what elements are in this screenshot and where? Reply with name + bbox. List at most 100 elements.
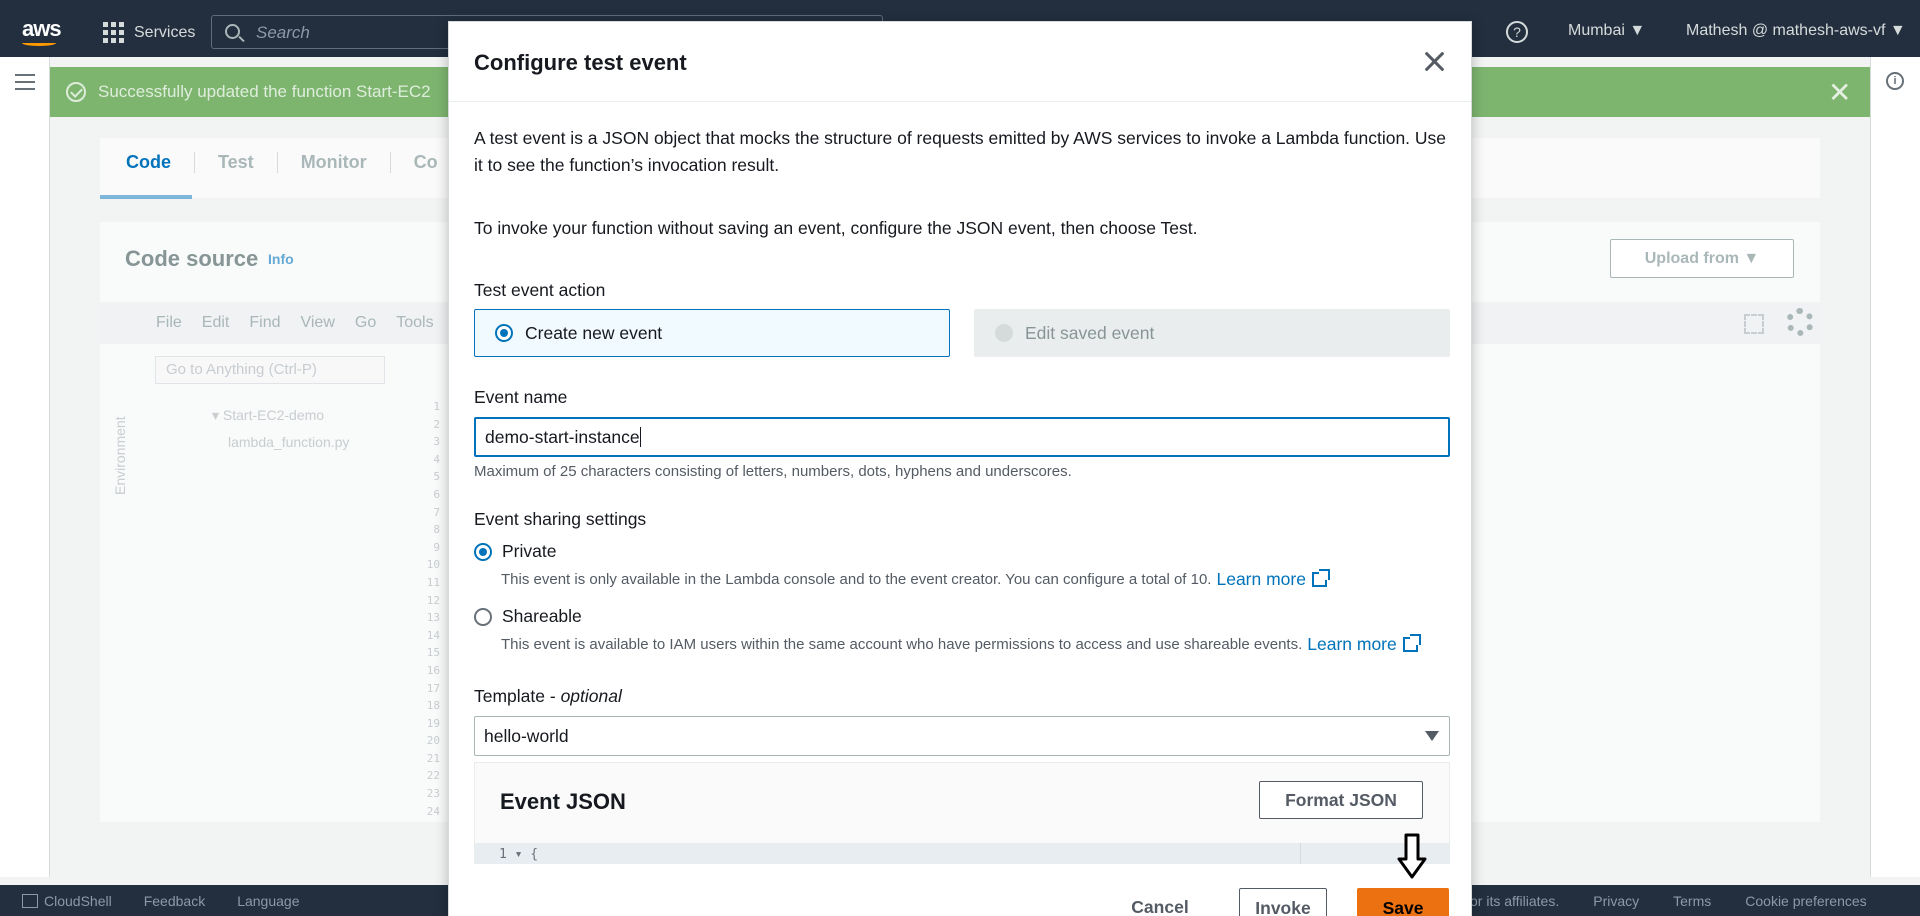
editor-gutter: 1 2 3 4 5 6 7 8 9 10 11 12 13 14 15 16 1… [426,400,440,818]
tab-monitor[interactable]: Monitor [278,152,391,173]
edit-saved-event-radio [995,324,1013,342]
info-icon[interactable]: i [1886,72,1904,90]
search-icon [225,24,240,39]
private-radio[interactable] [474,542,492,561]
template-select[interactable]: hello-world [474,716,1450,756]
footer-right-links: or its affiliates. Privacy Terms Cookie … [1470,893,1867,909]
function-tabs: Code Test Monitor Co [126,152,461,173]
shareable-description-text: This event is available to IAM users wit… [501,636,1303,653]
private-description-text: This event is only available in the Lamb… [501,571,1212,588]
editor-menus: File Edit Find View Go Tools [156,314,434,332]
language-link[interactable]: Language [237,893,299,909]
edit-saved-event-tile: Edit saved event [974,309,1450,357]
success-check-icon [66,82,86,102]
modal-footer: Cancel Invoke Save [449,864,1471,916]
modal-header: Configure test event [449,22,1471,102]
copyright-text: or its affiliates. [1470,893,1560,909]
configure-test-event-modal: Configure test event A test event is a J… [448,21,1472,916]
tab-test[interactable]: Test [195,152,278,173]
event-name-label: Event name [474,387,568,407]
cancel-button[interactable]: Cancel [1125,888,1195,916]
modal-title: Configure test event [474,50,687,75]
shareable-label: Shareable [502,606,582,626]
event-name-hint: Maximum of 25 characters consisting of l… [474,463,1072,480]
sharing-settings-label: Event sharing settings [474,509,647,529]
gear-icon[interactable] [1786,308,1814,336]
tree-file-item[interactable]: lambda_function.py [228,434,349,450]
cloudshell-link[interactable]: CloudShell [22,893,112,909]
upload-from-button[interactable]: Upload from ▼ [1610,239,1794,278]
shareable-radio[interactable] [474,607,492,626]
menu-icon[interactable] [15,74,35,95]
cookie-preferences-link[interactable]: Cookie preferences [1745,893,1866,909]
active-tab-indicator [100,195,192,199]
flash-message: Successfully updated the function Start-… [66,67,431,117]
menu-tools[interactable]: Tools [396,314,433,332]
region-selector[interactable]: Mumbai ▼ [1568,22,1645,40]
right-rail [1870,57,1920,877]
caret-down-icon [1425,731,1439,741]
create-new-event-tile[interactable]: Create new event [474,309,950,357]
event-name-input[interactable]: demo-start-instance [474,417,1450,457]
template-label: Template - optional [474,686,622,707]
template-optional-text: optional [560,686,622,706]
format-json-button[interactable]: Format JSON [1259,781,1423,819]
edit-saved-event-label: Edit saved event [1025,322,1155,343]
code-source-title: Code source [125,246,259,271]
cloudshell-icon [22,894,38,908]
terms-link[interactable]: Terms [1673,893,1711,909]
environment-label[interactable]: Environment [112,416,128,495]
template-label-text: Template - [474,686,561,706]
private-label: Private [502,541,557,561]
feedback-link[interactable]: Feedback [144,893,205,909]
learn-more-link-private[interactable]: Learn more [1216,569,1330,590]
invoke-note: To invoke your function without saving a… [474,218,1198,238]
aws-logo-text: aws [22,16,62,41]
aws-logo[interactable]: aws [22,16,62,46]
footer-left-links: CloudShell Feedback Language [22,893,300,909]
create-new-event-radio[interactable] [495,324,513,342]
code-source-info-link[interactable]: Info [268,251,294,267]
privacy-link[interactable]: Privacy [1593,893,1639,909]
services-label: Services [134,23,196,41]
external-link-icon [1402,634,1421,652]
learn-more-label: Learn more [1216,569,1306,589]
invoke-button[interactable]: Invoke [1239,888,1327,916]
menu-view[interactable]: View [300,314,334,332]
aws-smile-icon [22,40,56,46]
goto-anything-input[interactable]: Go to Anything (Ctrl-P) [155,356,385,384]
test-event-action-label: Test event action [474,280,606,300]
template-selected-value: hello-world [484,726,569,746]
learn-more-label: Learn more [1307,634,1397,654]
create-new-event-label: Create new event [525,322,663,343]
learn-more-link-shareable[interactable]: Learn more [1307,634,1421,655]
left-rail [0,57,50,877]
services-menu[interactable]: Services [103,22,195,43]
flash-message-text: Successfully updated the function Start-… [98,82,431,101]
event-name-value: demo-start-instance [485,427,640,447]
shareable-description: This event is available to IAM users wit… [501,634,1421,655]
tree-folder-item[interactable]: ▾ Start-EC2-demo [212,407,324,424]
close-icon[interactable] [1423,50,1445,72]
account-menu[interactable]: Mathesh @ mathesh-aws-vf ▼ [1686,22,1906,40]
external-link-icon [1311,569,1330,587]
text-caret [639,427,641,447]
save-button[interactable]: Save [1357,888,1449,916]
menu-find[interactable]: Find [249,314,280,332]
event-json-title: Event JSON [500,789,626,814]
json-editor-first-line: 1 ▾ { [499,847,539,862]
event-json-panel: Event JSON Format JSON 1 ▾ { [474,762,1450,872]
menu-file[interactable]: File [156,314,182,332]
menu-go[interactable]: Go [355,314,376,332]
flash-close-icon[interactable]: ✕ [1828,76,1851,109]
shareable-option[interactable]: Shareable [474,606,582,627]
private-option[interactable]: Private [474,541,556,562]
private-description: This event is only available in the Lamb… [501,569,1330,590]
down-arrow-pointer-icon [1397,833,1427,879]
menu-edit[interactable]: Edit [202,314,230,332]
tab-code[interactable]: Code [126,152,195,173]
cloudshell-label: CloudShell [44,893,112,909]
modal-description: A test event is a JSON object that mocks… [474,128,1447,175]
help-icon[interactable]: ? [1506,21,1528,43]
fullscreen-icon[interactable] [1744,314,1764,334]
